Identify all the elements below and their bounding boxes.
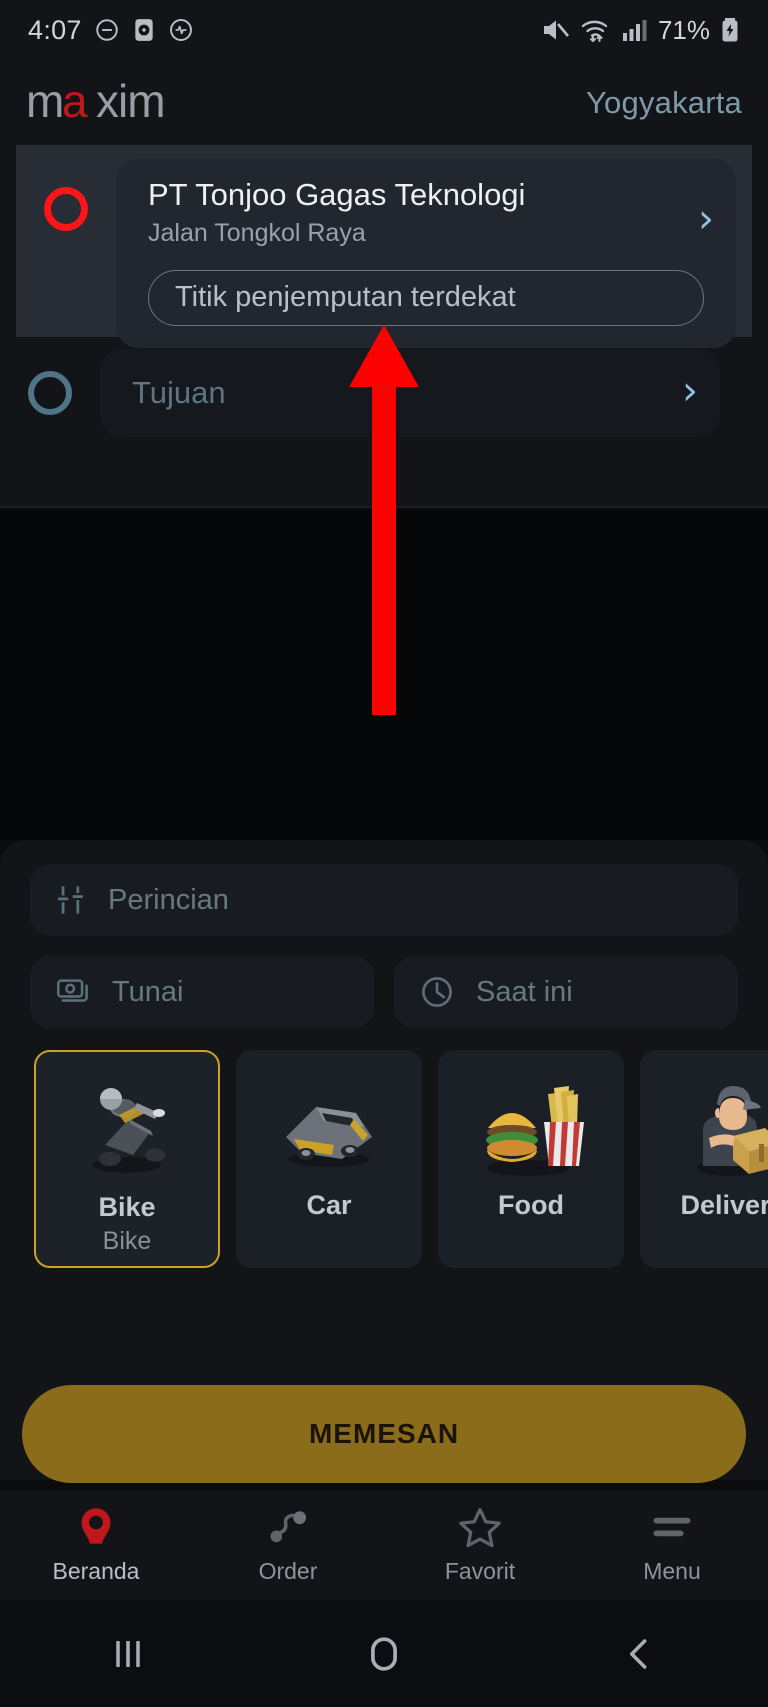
- battery-percent: 71%: [657, 14, 710, 45]
- scooter-icon: [67, 1068, 187, 1188]
- origin-chevron-right-icon[interactable]: ›: [698, 199, 714, 239]
- back-icon: [630, 1638, 647, 1669]
- destination-field[interactable]: Tujuan ›: [100, 349, 720, 437]
- phone-screen: 4:07 71% m xim a Yogyakarta PT Tonjoo Ga…: [0, 0, 768, 1707]
- android-back-button[interactable]: [512, 1634, 768, 1674]
- android-navigation-bar: [0, 1600, 768, 1707]
- battery-charging-icon: [720, 17, 740, 43]
- car-icon: [264, 1066, 394, 1186]
- order-options-sheet: Perincian Tunai Saat ini Bike Bike Car F…: [0, 840, 768, 1480]
- tune-sliders-icon: [56, 883, 86, 917]
- city-selector[interactable]: Yogyakarta: [586, 85, 742, 121]
- service-tile-food-label: Food: [498, 1190, 564, 1220]
- nav-item-order[interactable]: Order: [192, 1506, 384, 1585]
- origin-title: PT Tonjoo Gagas Teknologi: [148, 177, 526, 212]
- dnd-icon: [94, 17, 120, 43]
- android-recents-button[interactable]: [0, 1634, 256, 1674]
- service-tiles: Bike Bike Car Food Deliver: [0, 1050, 768, 1268]
- burger-fries-icon: [466, 1066, 596, 1186]
- service-tile-bike[interactable]: Bike Bike: [34, 1050, 220, 1268]
- service-tile-delivery[interactable]: Delivery: [640, 1050, 768, 1268]
- payment-method-button[interactable]: Tunai: [30, 956, 374, 1028]
- nav-item-menu-label: Menu: [643, 1557, 701, 1584]
- alarm-icon: [132, 17, 156, 43]
- service-tile-car[interactable]: Car: [236, 1050, 422, 1268]
- svg-text:m: m: [26, 79, 63, 127]
- origin-marker-icon: [44, 187, 88, 231]
- status-bar-left: 4:07: [28, 15, 194, 46]
- pickup-time-label: Saat ini: [476, 975, 573, 1008]
- clock-icon: [420, 975, 454, 1009]
- status-time: 4:07: [28, 14, 82, 45]
- nearest-pickup-point-label: Titik penjemputan terdekat: [175, 281, 516, 314]
- heart-monitor-icon: [168, 17, 194, 43]
- nav-item-menu[interactable]: Menu: [576, 1506, 768, 1585]
- home-icon: [371, 1636, 397, 1671]
- payment-time-row: Tunai Saat ini: [30, 956, 738, 1028]
- route-icon: [267, 1506, 309, 1548]
- destination-marker-col: [0, 341, 100, 415]
- order-button[interactable]: MEMESAN: [22, 1385, 746, 1483]
- destination-chevron-right-icon[interactable]: ›: [682, 371, 698, 411]
- nav-item-favorit-label: Favorit: [444, 1557, 516, 1584]
- destination-placeholder: Tujuan: [132, 375, 226, 410]
- route-panel: PT Tonjoo Gagas Teknologi Jalan Tongkol …: [0, 145, 768, 508]
- hamburger-icon: [650, 1506, 694, 1548]
- service-tile-bike-label: Bike: [98, 1192, 156, 1222]
- wifi-icon: [580, 17, 612, 43]
- maxim-pin-icon: [76, 1506, 116, 1548]
- origin-marker-col: [16, 145, 116, 231]
- nav-item-beranda[interactable]: Beranda: [0, 1506, 192, 1585]
- map-area[interactable]: [0, 510, 768, 840]
- svg-text:a: a: [62, 79, 88, 127]
- android-home-button[interactable]: [256, 1633, 512, 1675]
- recents-icon: [116, 1640, 140, 1667]
- service-tile-delivery-label: Delivery: [680, 1190, 768, 1220]
- nav-item-order-label: Order: [258, 1557, 318, 1584]
- bottom-navigation: Beranda Order Favorit Menu: [0, 1490, 768, 1600]
- details-label: Perincian: [108, 883, 229, 916]
- svg-text:xim: xim: [96, 79, 165, 127]
- origin-address-card[interactable]: PT Tonjoo Gagas Teknologi Jalan Tongkol …: [116, 159, 736, 348]
- destination-marker-icon: [28, 371, 72, 415]
- service-tile-car-label: Car: [306, 1190, 352, 1220]
- nearest-pickup-point-button[interactable]: Titik penjemputan terdekat: [148, 269, 704, 326]
- mute-icon: [540, 17, 570, 43]
- service-tile-food[interactable]: Food: [438, 1050, 624, 1268]
- app-header: m xim a Yogyakarta: [0, 60, 768, 145]
- origin-subtitle: Jalan Tongkol Raya: [148, 218, 366, 247]
- nav-item-favorit[interactable]: Favorit: [384, 1506, 576, 1585]
- origin-section-highlighted: PT Tonjoo Gagas Teknologi Jalan Tongkol …: [16, 145, 752, 348]
- courier-icon: [673, 1066, 768, 1186]
- payment-method-label: Tunai: [112, 975, 184, 1008]
- destination-section: Tujuan ›: [0, 341, 768, 466]
- star-icon: [458, 1506, 502, 1548]
- details-row[interactable]: Perincian: [30, 864, 738, 936]
- status-bar-right: 71%: [540, 15, 740, 46]
- signal-icon: [622, 18, 648, 42]
- pickup-time-button[interactable]: Saat ini: [394, 956, 738, 1028]
- nav-item-beranda-label: Beranda: [52, 1557, 140, 1584]
- status-bar: 4:07 71%: [0, 0, 768, 60]
- service-tile-bike-sublabel: Bike: [102, 1227, 152, 1255]
- maxim-logo: m xim a: [26, 79, 194, 127]
- cash-icon: [56, 977, 90, 1007]
